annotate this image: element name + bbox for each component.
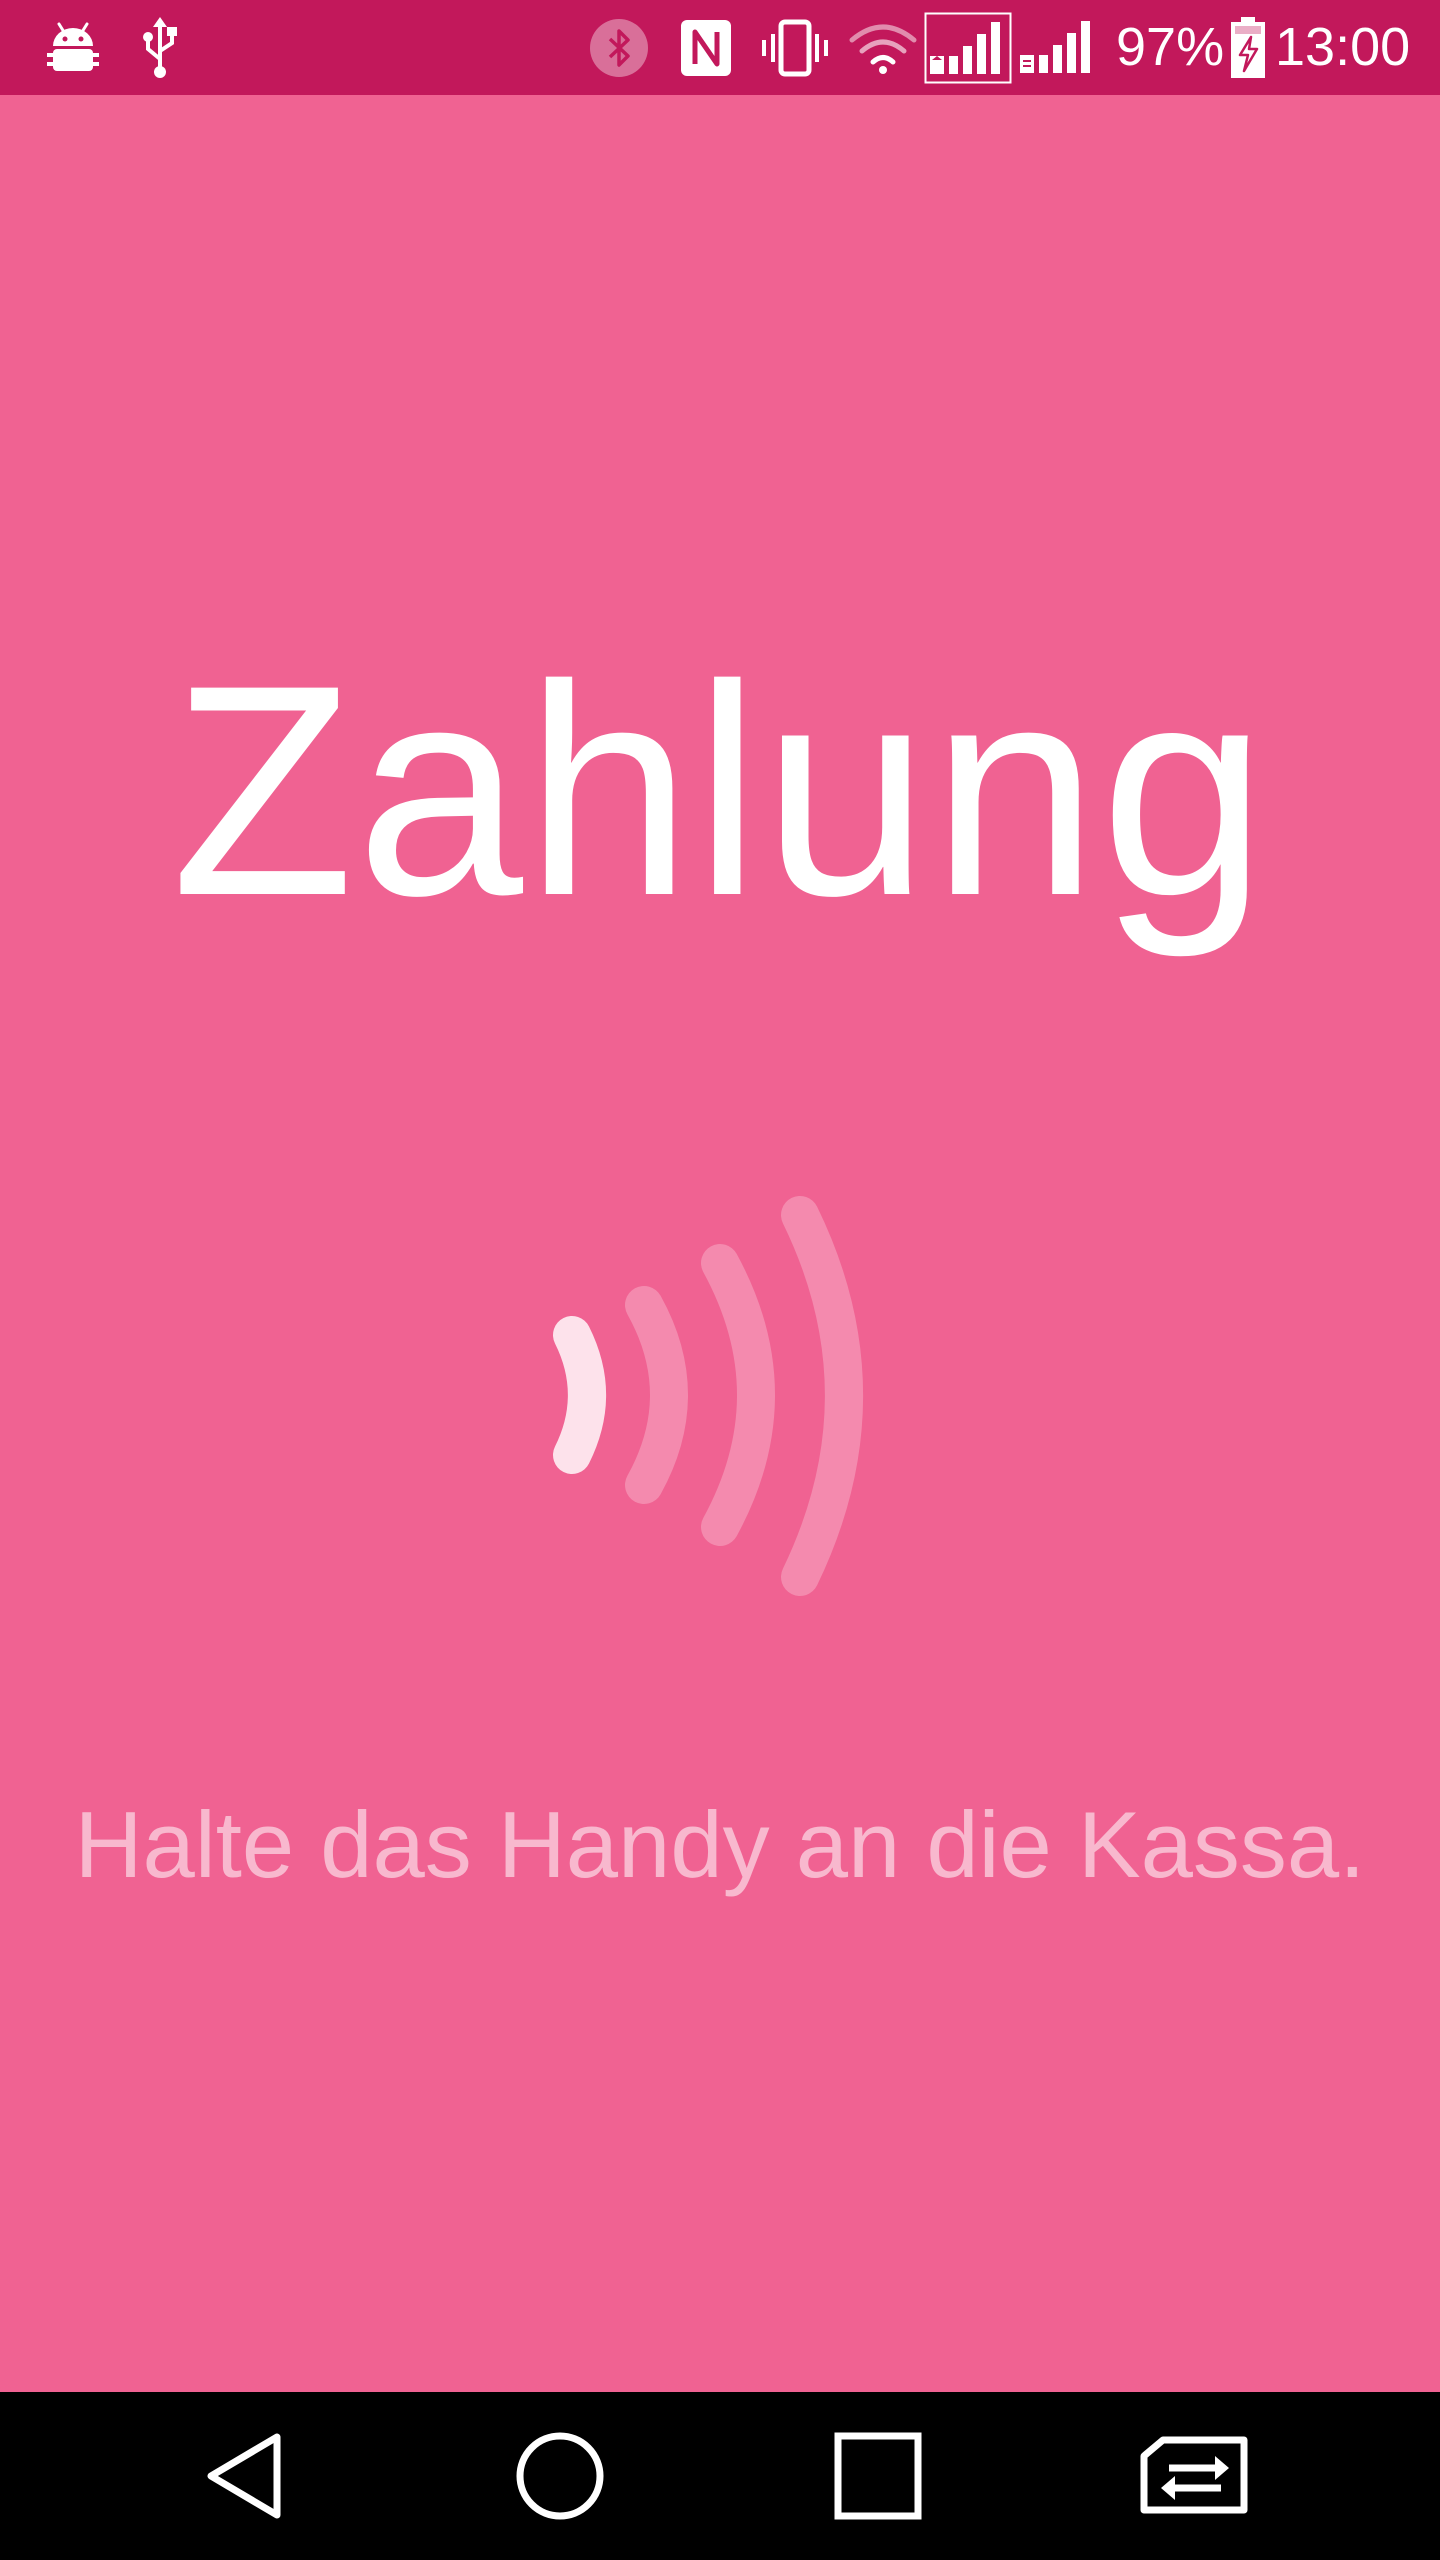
back-button[interactable] — [146, 2392, 346, 2560]
home-icon — [516, 2432, 604, 2520]
vibrate-icon — [758, 0, 832, 95]
signal-sim2-icon — [1018, 0, 1102, 95]
page-title: Zahlung — [170, 622, 1270, 958]
switch-sim-icon — [1140, 2436, 1248, 2514]
android-debug-icon — [42, 0, 104, 95]
home-button[interactable] — [460, 2392, 660, 2560]
wifi-icon — [848, 0, 918, 95]
battery-percent: 97% — [1116, 17, 1225, 77]
back-icon — [207, 2433, 281, 2519]
instruction-text: Halte das Handy an die Kassa. — [74, 1792, 1366, 1897]
navigation-bar — [0, 2392, 1440, 2560]
recents-icon — [834, 2432, 922, 2520]
status-bar: 97% 13:00 — [0, 0, 1440, 95]
battery-charging-icon — [1228, 0, 1268, 95]
status-time: 13:00 — [1275, 17, 1411, 77]
bluetooth-icon — [586, 0, 652, 95]
signal-sim1-icon — [924, 0, 1012, 95]
usb-icon — [138, 0, 182, 95]
switch-sim-button[interactable] — [1094, 2392, 1294, 2560]
payment-screen: Zahlung Halte das Handy an die Kassa. — [0, 95, 1440, 2392]
recents-button[interactable] — [778, 2392, 978, 2560]
nfc-icon — [678, 0, 734, 95]
contactless-payment-icon — [540, 1185, 900, 1605]
